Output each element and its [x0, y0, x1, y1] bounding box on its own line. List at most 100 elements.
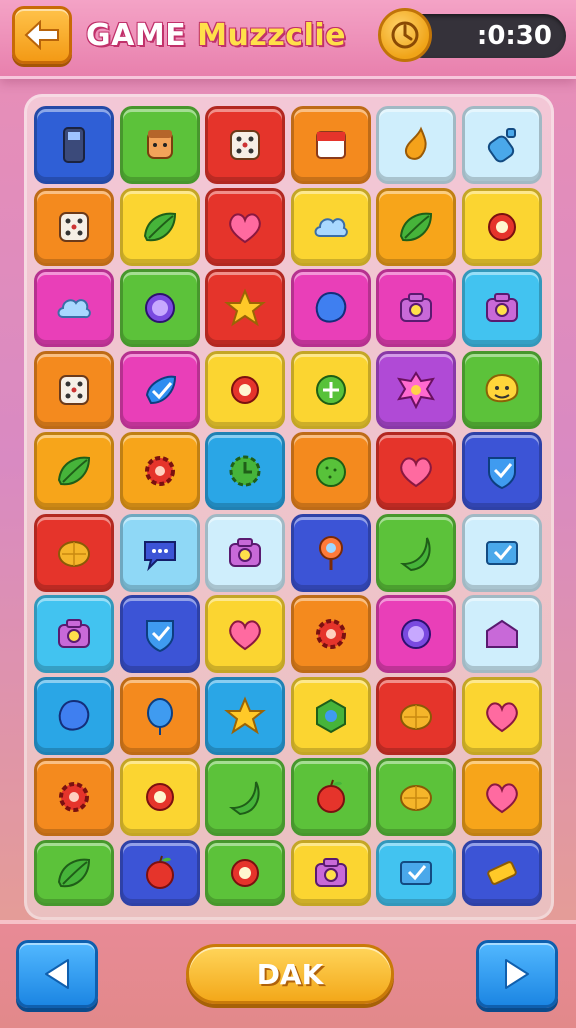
pin-icon — [318, 535, 343, 570]
tile[interactable] — [119, 758, 200, 836]
leaf-icon — [399, 212, 433, 241]
tile[interactable] — [34, 432, 114, 510]
tile[interactable] — [290, 839, 371, 906]
tile[interactable] — [290, 595, 371, 673]
tile[interactable] — [290, 187, 371, 266]
tile[interactable] — [376, 269, 456, 347]
orb-icon — [401, 619, 431, 649]
tile[interactable] — [34, 595, 114, 673]
tile[interactable] — [119, 350, 200, 429]
banana-icon — [229, 781, 260, 816]
tile[interactable] — [376, 839, 456, 906]
apple-icon — [316, 779, 345, 813]
tile[interactable] — [290, 758, 371, 836]
tile[interactable] — [205, 106, 285, 184]
plus-icon — [315, 374, 346, 405]
tile[interactable] — [376, 676, 456, 755]
tile[interactable] — [290, 432, 371, 510]
tile[interactable] — [119, 839, 200, 906]
tile[interactable] — [205, 595, 285, 673]
tile[interactable] — [119, 513, 200, 592]
tile[interactable] — [34, 350, 114, 429]
calendar-icon — [315, 131, 346, 159]
next-button[interactable] — [476, 940, 558, 1008]
tile[interactable] — [205, 350, 285, 429]
tile[interactable] — [205, 187, 285, 266]
cloud-icon — [57, 299, 91, 319]
tile[interactable] — [461, 187, 542, 266]
game-board — [24, 94, 554, 920]
tile[interactable] — [205, 269, 285, 347]
tile[interactable] — [205, 758, 285, 836]
tile[interactable] — [119, 269, 200, 347]
gear-icon — [144, 456, 175, 486]
tile[interactable] — [376, 432, 456, 510]
tile[interactable] — [34, 676, 114, 755]
tile[interactable] — [119, 595, 200, 673]
tile[interactable] — [376, 350, 456, 429]
apple-icon — [145, 855, 174, 889]
dice-icon — [230, 130, 260, 160]
gear-icon — [59, 782, 89, 812]
leaf-icon — [57, 858, 91, 887]
leaf-icon — [143, 212, 176, 241]
tile[interactable] — [290, 106, 371, 184]
ring-icon — [231, 858, 259, 887]
splat-icon — [397, 370, 435, 409]
tile[interactable] — [461, 595, 542, 673]
tile[interactable] — [376, 758, 456, 836]
back-button[interactable] — [12, 6, 72, 64]
tile[interactable] — [34, 187, 114, 266]
mail-icon — [400, 860, 432, 885]
tile[interactable] — [34, 513, 114, 592]
tile[interactable] — [34, 269, 114, 347]
heart-icon — [229, 620, 261, 651]
tile[interactable] — [376, 595, 456, 673]
tile[interactable] — [205, 676, 285, 755]
shield-icon — [487, 457, 516, 490]
tile[interactable] — [376, 187, 456, 266]
tile[interactable] — [461, 513, 542, 592]
tile[interactable] — [119, 187, 200, 266]
tile[interactable] — [461, 106, 542, 184]
tile[interactable] — [461, 758, 542, 836]
mail-icon — [485, 540, 518, 565]
tile[interactable] — [461, 676, 542, 755]
leaf-icon — [57, 456, 91, 486]
tile[interactable] — [119, 676, 200, 755]
tile[interactable] — [290, 350, 371, 429]
arrow-left-icon — [24, 20, 59, 50]
tile[interactable] — [34, 758, 114, 836]
tile[interactable] — [205, 513, 285, 592]
tile[interactable] — [205, 839, 285, 906]
tile[interactable] — [34, 839, 114, 906]
tile[interactable] — [461, 839, 542, 906]
ok-button[interactable]: DAK — [186, 944, 394, 1004]
bottle-icon — [487, 128, 516, 163]
tile[interactable] — [205, 432, 285, 510]
tile[interactable] — [461, 350, 542, 429]
orb-icon — [144, 293, 175, 323]
prev-button[interactable] — [16, 940, 98, 1008]
tile[interactable] — [376, 106, 456, 184]
chat-icon — [143, 540, 176, 571]
tile[interactable] — [119, 106, 200, 184]
balloon-icon — [146, 697, 173, 735]
tile[interactable] — [461, 269, 542, 347]
tile[interactable] — [376, 513, 456, 592]
heart-icon — [485, 783, 518, 814]
tile-grid — [34, 106, 542, 918]
tile[interactable] — [290, 513, 371, 592]
dice-icon — [59, 211, 89, 242]
tile[interactable] — [290, 676, 371, 755]
tile[interactable] — [290, 269, 371, 347]
game-title: GAME Muzzclie — [86, 14, 346, 58]
hexagon-icon — [315, 698, 346, 733]
heart-icon — [229, 212, 261, 243]
tile[interactable] — [34, 106, 114, 184]
drop-icon — [404, 126, 427, 160]
clock-icon — [378, 8, 432, 62]
tile[interactable] — [119, 432, 200, 510]
banana-icon — [400, 537, 431, 571]
tile[interactable] — [461, 432, 542, 510]
